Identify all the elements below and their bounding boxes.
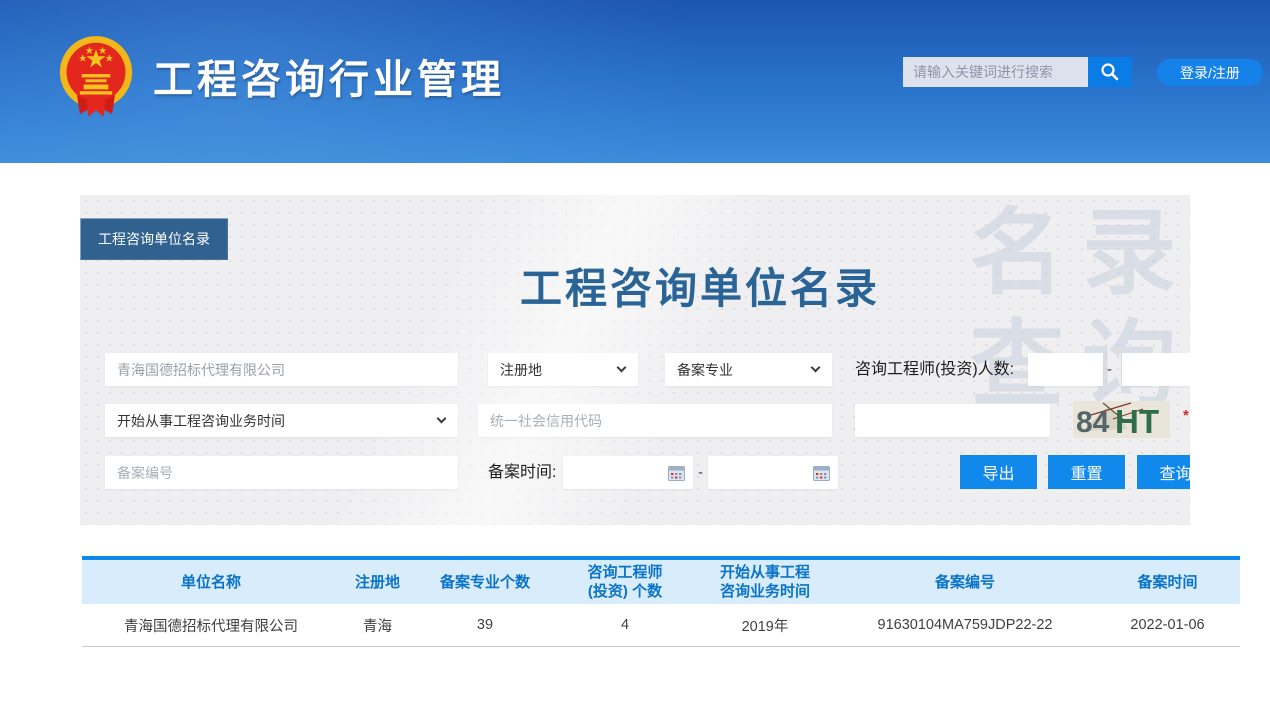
cell-unit-name: 青海国德招标代理有限公司: [82, 615, 340, 636]
calendar-icon: [668, 465, 685, 481]
query-button[interactable]: 查询: [1137, 455, 1190, 489]
record-number-input[interactable]: [105, 456, 458, 489]
export-button[interactable]: 导出: [960, 455, 1037, 489]
header-search: [903, 57, 1132, 87]
col-header-unit-name: 单位名称: [82, 573, 340, 592]
cell-reg-place: 青海: [340, 615, 415, 636]
cell-specialty-count: 39: [415, 617, 555, 633]
cell-start-time: 2019年: [695, 615, 835, 636]
start-business-time-select[interactable]: 开始从事工程咨询业务时间: [105, 404, 458, 437]
search-button[interactable]: [1088, 57, 1132, 87]
col-header-specialty-count: 备案专业个数: [415, 573, 555, 592]
chevron-down-icon: [811, 363, 821, 373]
company-name-input[interactable]: [105, 353, 458, 386]
table-header-row: 单位名称 注册地 备案专业个数 咨询工程师 (投资) 个数 开始从事工程 咨询业…: [82, 560, 1240, 604]
required-asterisk: *: [1183, 407, 1189, 424]
record-time-start-datepicker[interactable]: [563, 456, 693, 489]
query-panel: 名录 查询 工程咨询单位名录 工程咨询单位名录 注册地 备案专业 咨询工程师(投…: [80, 195, 1190, 525]
captcha-text-part1: 84: [1076, 406, 1110, 438]
col-header-start-time: 开始从事工程 咨询业务时间: [695, 563, 835, 601]
keyword-search-input[interactable]: [903, 57, 1088, 87]
engineer-count-max-input[interactable]: [1122, 353, 1190, 386]
login-register-button[interactable]: 登录/注册: [1157, 59, 1263, 86]
credit-code-input[interactable]: [478, 404, 832, 437]
col-header-record-number: 备案编号: [835, 573, 1095, 592]
search-icon: [1099, 61, 1121, 83]
col-header-record-time: 备案时间: [1095, 573, 1240, 592]
cell-engineer-count: 4: [555, 617, 695, 633]
engineer-count-label: 咨询工程师(投资)人数:: [855, 353, 1014, 386]
cell-record-number: 91630104MA759JDP22-22: [835, 617, 1095, 633]
range-separator: -: [1107, 353, 1112, 386]
range-separator: -: [698, 456, 703, 489]
reset-button[interactable]: 重置: [1048, 455, 1125, 489]
captcha-text-part2: HT: [1115, 403, 1159, 438]
page: 工程咨询行业管理 登录/注册 名录 查询 工程咨询单位名录 工程咨询单位名录 注…: [0, 0, 1270, 725]
record-specialty-value: 备案专业: [677, 360, 733, 380]
record-time-label: 备案时间:: [488, 456, 556, 489]
chevron-down-icon: [437, 414, 447, 424]
registration-place-select[interactable]: 注册地: [488, 353, 638, 386]
captcha-image[interactable]: 84 HT: [1073, 401, 1170, 438]
results-table: 单位名称 注册地 备案专业个数 咨询工程师 (投资) 个数 开始从事工程 咨询业…: [82, 556, 1240, 647]
col-header-engineer-count: 咨询工程师 (投资) 个数: [555, 563, 695, 601]
col-header-reg-place: 注册地: [340, 573, 415, 592]
start-business-time-value: 开始从事工程咨询业务时间: [117, 411, 285, 431]
registration-place-value: 注册地: [500, 360, 542, 380]
engineer-count-min-input[interactable]: [1028, 353, 1103, 386]
national-emblem-logo: [58, 34, 134, 118]
tab-unit-directory[interactable]: 工程咨询单位名录: [80, 218, 228, 260]
captcha-input[interactable]: [855, 404, 1050, 437]
site-header: 工程咨询行业管理 登录/注册: [0, 0, 1270, 163]
calendar-icon: [813, 465, 830, 481]
record-specialty-select[interactable]: 备案专业: [665, 353, 832, 386]
chevron-down-icon: [617, 363, 627, 373]
cell-record-time: 2022-01-06: [1095, 617, 1240, 633]
record-time-end-datepicker[interactable]: [708, 456, 838, 489]
page-title: 工程咨询单位名录: [80, 255, 1190, 316]
site-title: 工程咨询行业管理: [153, 47, 505, 105]
table-row: 青海国德招标代理有限公司 青海 39 4 2019年 91630104MA759…: [82, 604, 1240, 647]
